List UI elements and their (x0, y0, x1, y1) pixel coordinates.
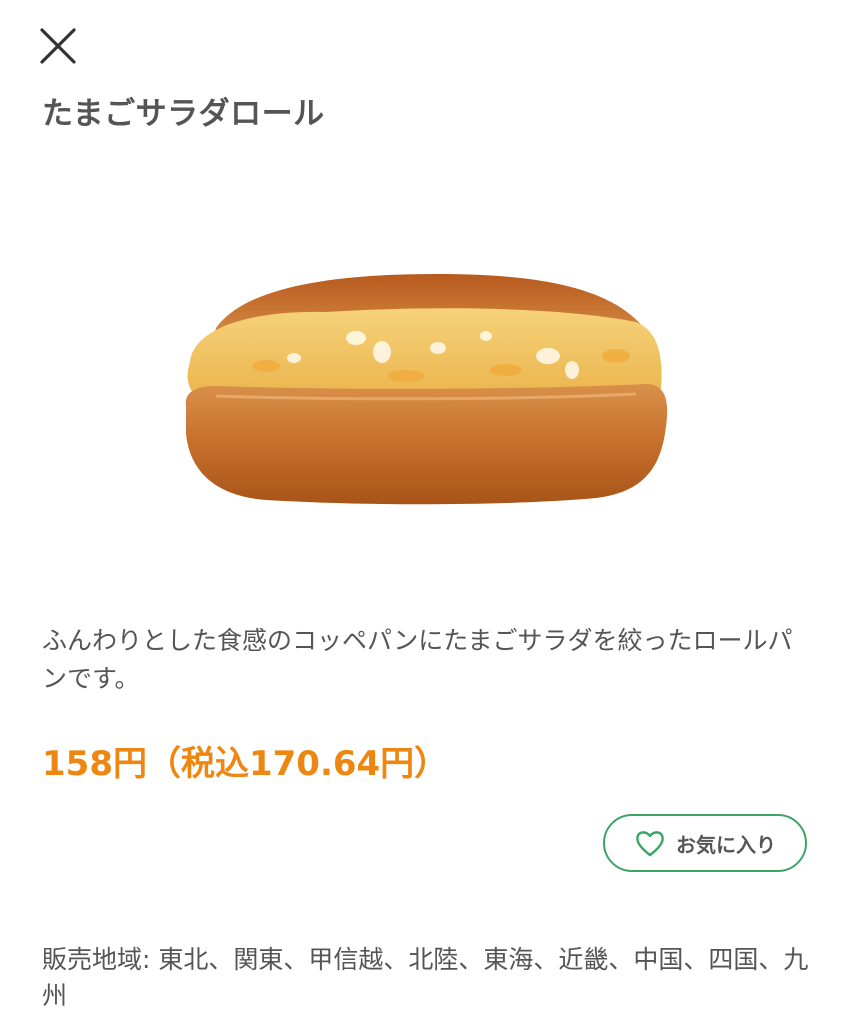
favorite-button-label: お気に入り (676, 832, 776, 857)
product-price: 158円（税込170.64円） (42, 744, 449, 784)
product-title: たまごサラダロール (42, 96, 325, 132)
heart-outline-icon (636, 831, 664, 857)
sales-region: 販売地域: 東北、関東、甲信越、北陸、東海、近畿、中国、四国、九州 (42, 945, 809, 1010)
close-icon[interactable] (36, 24, 80, 68)
product-description: ふんわりとした食感のコッペパンにたまごサラダを絞ったロールパンです。 (42, 626, 793, 693)
product-image (185, 274, 668, 505)
favorite-button[interactable]: お気に入り (603, 814, 807, 872)
close-button[interactable] (36, 24, 80, 68)
